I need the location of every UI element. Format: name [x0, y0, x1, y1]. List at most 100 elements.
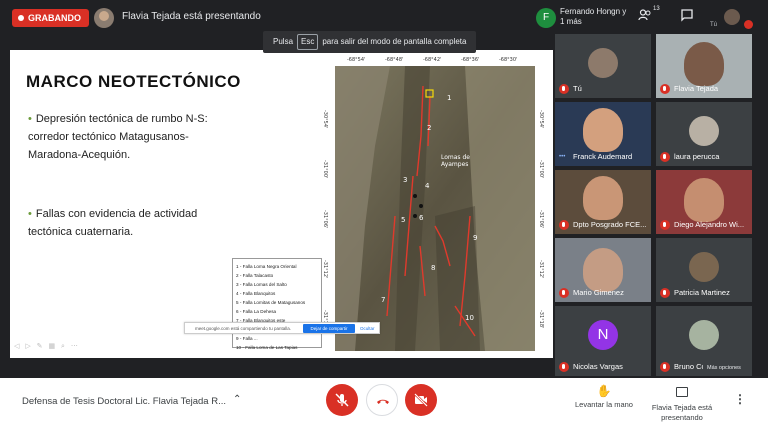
map-number: 7 [381, 296, 386, 304]
meeting-title: Defensa de Tesis Doctoral Lic. Flavia Te… [22, 396, 226, 407]
screen-share-bar: meet.google.com está compartiendo tu pan… [184, 322, 380, 334]
bottom-bar: Defensa de Tesis Doctoral Lic. Flavia Te… [0, 378, 768, 427]
slide-bullet: Depresión tectónica de rumbo N-S: corred… [28, 110, 238, 164]
map-coord: -31°00' [322, 160, 328, 179]
muted-mic-icon [559, 220, 569, 230]
participant-name: Franck Audemard [573, 152, 633, 161]
camera-off-icon [414, 393, 428, 407]
hang-up-icon [377, 399, 389, 404]
map-number: 10 [465, 314, 474, 322]
hint-before: Pulsa [273, 37, 294, 46]
legend-item: 5 - Falla Lomitas de Matagusanos [236, 300, 306, 305]
map-coord: -68°54' [347, 57, 366, 63]
participant-initial-avatar: N [588, 320, 618, 350]
participant-name: Diego Alejandro Wi... [674, 220, 745, 229]
legend-item: 4 - Falla Blanquitos [236, 291, 276, 296]
chip-name: Fernando Hongn y 1 más [560, 7, 627, 26]
map-coord: -30°54' [322, 110, 328, 129]
participant-tile[interactable]: Mario Gimenez [555, 238, 651, 302]
legend-item: 1 - Falla Loma Negra Oriental [236, 264, 297, 269]
slide-navigation[interactable]: ◁ ▷ ✎ ▦ ⌕ ⋯ [14, 342, 80, 351]
map-number: 9 [473, 234, 478, 242]
more-options-button[interactable]: ⋮ [734, 392, 746, 406]
participant-tile[interactable]: laura perucca [656, 102, 752, 166]
participant-avatar [689, 252, 719, 282]
map-coord: -68°48' [385, 57, 404, 63]
map-legend: 1 - Falla Loma Negra Oriental 2 - Falla … [232, 258, 322, 350]
map-coord: -31°06' [322, 210, 328, 229]
stop-sharing-button[interactable]: Dejar de compartir [303, 324, 355, 333]
participant-name: Dpto Posgrado FCE... [573, 220, 647, 229]
map-coord: -31°06' [538, 210, 544, 229]
muted-mic-icon [559, 362, 569, 372]
map-number: 1 [447, 94, 452, 102]
satellite-map: Lomas de Ayampes 1 2 3 4 5 6 7 8 9 10 [335, 66, 535, 351]
participant-tile[interactable]: Tú [555, 34, 651, 98]
map-number: 3 [403, 176, 408, 184]
chat-button[interactable] [680, 8, 696, 24]
participant-tile[interactable]: Dpto Posgrado FCE... [555, 170, 651, 234]
chevron-up-icon[interactable]: ⌃ [233, 394, 241, 405]
participant-avatar [588, 48, 618, 78]
chat-icon [681, 9, 693, 22]
people-icon [638, 9, 651, 21]
muted-mic-icon [559, 288, 569, 298]
muted-mic-icon [660, 84, 670, 94]
recording-dot-icon [18, 15, 24, 21]
map-coord: -68°42' [423, 57, 442, 63]
participant-tile[interactable]: Patricia Martinez [656, 238, 752, 302]
more-options-tooltip: Más opciones [703, 363, 745, 374]
self-label: Tú [710, 22, 718, 28]
legend-item: 3 - Falla Lomas del Salto [236, 282, 287, 287]
camera-button[interactable] [405, 384, 437, 416]
map-coord: -31°00' [538, 160, 544, 179]
participant-tile[interactable]: N Nicolas Vargas [555, 306, 651, 376]
esc-key: Esc [297, 34, 319, 50]
map-number: 2 [427, 124, 432, 132]
participant-video [684, 42, 724, 86]
legend-item: 6 - Falla La Dehesa [236, 309, 277, 314]
participant-name: Tú [573, 84, 582, 93]
participant-chip[interactable]: F Fernando Hongn y 1 más [536, 6, 630, 30]
map-coord: -31°18' [538, 310, 544, 329]
slide-bullet: Fallas con evidencia de actividad tectón… [28, 205, 238, 241]
raise-hand-button[interactable]: ✋ Levantar la mano [572, 384, 636, 409]
map-place-label: Lomas de Ayampes [441, 154, 470, 168]
hand-icon: ✋ [596, 384, 612, 398]
participant-name: Mario Gimenez [573, 288, 624, 297]
people-count: 13 [653, 6, 660, 12]
map-coord: -68°30' [499, 57, 518, 63]
participant-avatar [689, 320, 719, 350]
map-coord: -31°12' [538, 260, 544, 279]
muted-mic-icon [660, 288, 670, 298]
legend-item: 2 - Falla Talacasto [236, 273, 274, 278]
slide-title: MARCO NEOTECTÓNICO [26, 72, 241, 91]
microphone-button[interactable] [326, 384, 358, 416]
muted-mic-icon [559, 84, 569, 94]
participant-name: laura perucca [674, 152, 720, 161]
recording-badge: GRABANDO [12, 9, 89, 27]
presenter-avatar [94, 8, 114, 28]
participant-video [583, 108, 623, 152]
self-avatar[interactable] [724, 9, 740, 25]
participant-avatar [689, 116, 719, 146]
hang-up-button[interactable] [366, 384, 398, 416]
participant-tile[interactable]: Diego Alejandro Wi... [656, 170, 752, 234]
meet-window: GRABANDO Flavia Tejada está presentando … [0, 0, 768, 427]
presentation-status[interactable]: Flavia Tejada está presentando [648, 384, 716, 423]
participant-name: Flavia Tejada [674, 84, 719, 93]
participant-tile[interactable]: ••• Franck Audemard [555, 102, 651, 166]
participant-tile[interactable]: Flavia Tejada [656, 34, 752, 98]
speaking-indicator: ••• [559, 154, 566, 160]
muted-mic-icon [660, 152, 670, 162]
hint-after: para salir del modo de pantalla completa [322, 37, 467, 46]
map-coord: -30°54' [538, 110, 544, 129]
raise-hand-label: Levantar la mano [575, 400, 633, 409]
presenting-label: Flavia Tejada está presentando [651, 403, 713, 422]
map-graphic [335, 66, 535, 351]
participant-name: Nicolas Vargas [573, 362, 623, 371]
muted-mic-icon [660, 362, 670, 372]
recording-label: GRABANDO [28, 13, 81, 23]
hide-share-bar-button[interactable]: Ocultar [360, 326, 375, 331]
participant-video [583, 176, 623, 220]
